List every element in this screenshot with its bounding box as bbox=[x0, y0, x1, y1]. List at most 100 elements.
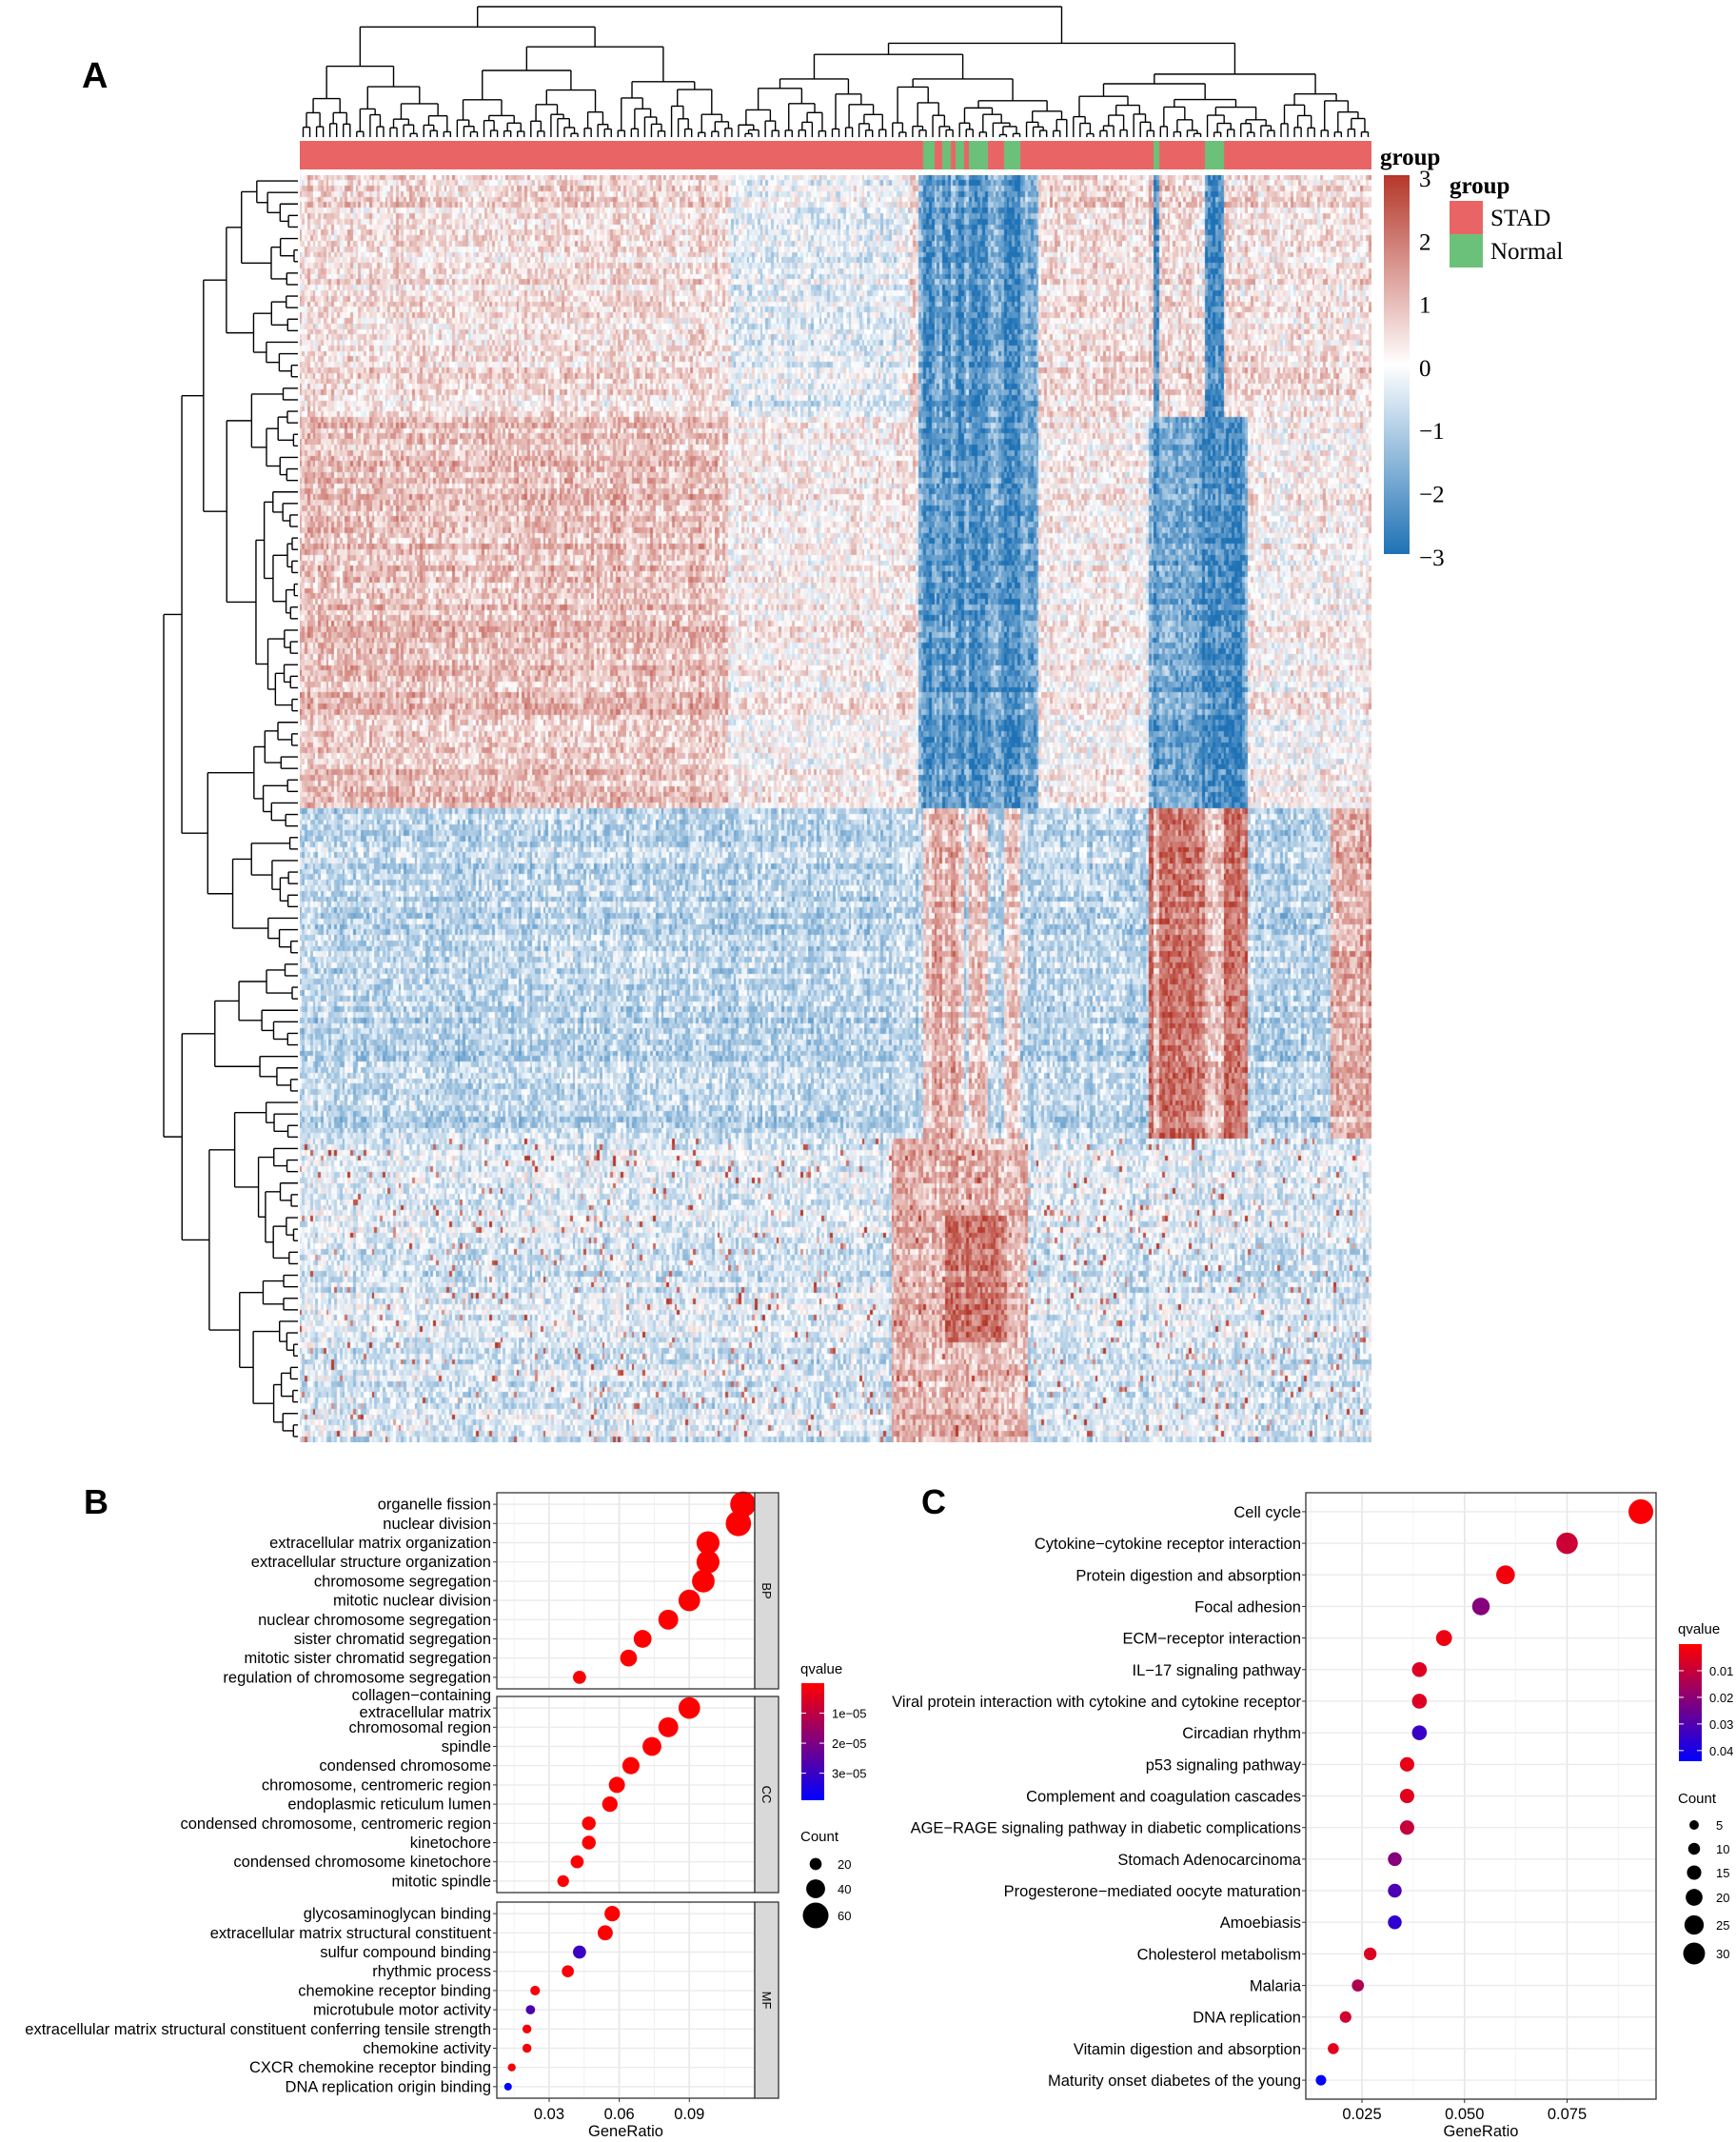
data-point bbox=[678, 1696, 700, 1719]
color-scale-tick-label: −2 bbox=[1419, 483, 1445, 508]
term-label: spindle bbox=[442, 1738, 491, 1755]
facet-strip-label: BP bbox=[760, 1582, 774, 1598]
x-axis-title: GeneRatio bbox=[588, 2123, 663, 2140]
data-point bbox=[1399, 1820, 1414, 1835]
group-legend-swatch-stad bbox=[1450, 201, 1483, 234]
pathway-label: IL−17 signaling pathway bbox=[1132, 1662, 1301, 1679]
data-point bbox=[1328, 2043, 1339, 2054]
term-label: extracellular matrix structural constitu… bbox=[25, 2021, 491, 2038]
term-label: nuclear chromosome segregation bbox=[258, 1612, 491, 1629]
pathway-label: Protein digestion and absorption bbox=[1075, 1567, 1301, 1584]
facet-mf: glycosaminoglycan binding extracellular m… bbox=[25, 1901, 779, 2099]
term-label: chromosome, centromeric region bbox=[262, 1776, 491, 1794]
data-point bbox=[658, 1609, 679, 1630]
term-label: CXCR chemokine receptor binding bbox=[249, 2059, 491, 2076]
color-scale-tick-label: 0 bbox=[1419, 356, 1431, 382]
pathway-label: DNA replication bbox=[1193, 2010, 1301, 2027]
term-label: regulation of chromosome segregation bbox=[223, 1669, 491, 1686]
row-dendrogram-tree bbox=[164, 181, 298, 1437]
data-point bbox=[608, 1776, 625, 1794]
pathway-label: Maturity onset diabetes of the young bbox=[1048, 2073, 1301, 2090]
panel-label-a: A bbox=[82, 56, 108, 96]
panel-label-b: B bbox=[84, 1482, 108, 1521]
size-legend-label: 5 bbox=[1716, 1818, 1723, 1833]
color-scale-tick-label: −3 bbox=[1419, 545, 1445, 571]
size-legend-label: 25 bbox=[1716, 1918, 1729, 1933]
term-label: extracellular structure organization bbox=[251, 1554, 491, 1571]
size-legend-dot bbox=[1687, 1842, 1701, 1855]
pathway-label: Stomach Adenocarcinoma bbox=[1117, 1852, 1301, 1869]
data-point bbox=[1435, 1630, 1452, 1646]
size-legend-dot bbox=[1684, 1914, 1705, 1935]
term-label: extracellular matrix structural constitu… bbox=[210, 1925, 492, 1942]
term-label: mitotic spindle bbox=[391, 1873, 491, 1890]
data-point bbox=[507, 2063, 516, 2072]
size-legend-dot bbox=[1686, 1889, 1703, 1906]
data-point bbox=[597, 1925, 613, 1941]
size-legend-dot bbox=[1687, 1865, 1702, 1880]
facet-strip-label: CC bbox=[760, 1786, 774, 1804]
data-point bbox=[1388, 1914, 1402, 1930]
panel-label-c: C bbox=[921, 1482, 946, 1521]
data-point bbox=[1411, 1661, 1428, 1677]
term-label: glycosaminoglycan binding bbox=[304, 1906, 491, 1923]
term-label: chromosomal region bbox=[349, 1719, 491, 1736]
data-point bbox=[522, 2024, 532, 2034]
pathway-label: Complement and coagulation cascades bbox=[1026, 1789, 1301, 1806]
x-tick-label: 0.06 bbox=[604, 2106, 635, 2123]
term-label: condensed chromosome, centromeric region bbox=[181, 1815, 492, 1833]
data-point bbox=[658, 1716, 679, 1737]
term-label: condensed chromosome kinetochore bbox=[233, 1854, 491, 1871]
term-label: nuclear division bbox=[383, 1516, 491, 1533]
qvalue-tick-label: 0.01 bbox=[1709, 1664, 1733, 1678]
size-legend-dot bbox=[1689, 1820, 1699, 1830]
data-point bbox=[562, 1965, 574, 1978]
pathway-label: Progesterone−mediated oocyte maturation bbox=[1004, 1883, 1301, 1900]
data-point bbox=[678, 1589, 700, 1612]
column-dendrogram bbox=[304, 7, 1369, 137]
size-legend-label: 20 bbox=[838, 1857, 851, 1872]
data-point bbox=[1388, 1883, 1402, 1898]
pathway-label: p53 signaling pathway bbox=[1146, 1756, 1302, 1774]
data-point bbox=[620, 1649, 638, 1667]
pathway-label: AGE−RAGE signaling pathway in diabetic c… bbox=[911, 1820, 1301, 1837]
term-label: condensed chromosome bbox=[319, 1757, 491, 1775]
x-tick-label: 0.075 bbox=[1548, 2106, 1587, 2123]
data-point bbox=[573, 1671, 586, 1684]
data-point bbox=[1556, 1532, 1578, 1555]
term-label: chemokine receptor binding bbox=[298, 1982, 491, 1999]
group-legend-label: STAD bbox=[1490, 206, 1550, 231]
term-label: DNA replication origin binding bbox=[286, 2078, 491, 2095]
pathway-label: Focal adhesion bbox=[1194, 1598, 1301, 1616]
data-point bbox=[1628, 1498, 1654, 1524]
data-point bbox=[604, 1905, 621, 1922]
data-point bbox=[1399, 1756, 1414, 1772]
term-label: chemokine activity bbox=[363, 2040, 492, 2057]
data-point bbox=[1363, 1947, 1377, 1961]
term-label: collagen−containing extracellular matrix bbox=[352, 1687, 492, 1721]
term-label: mitotic sister chromatid segregation bbox=[244, 1650, 491, 1667]
size-legend-dot bbox=[802, 1902, 829, 1929]
plot-background bbox=[497, 1902, 755, 2098]
qvalue-tick-label: 3e−05 bbox=[832, 1767, 867, 1781]
pathway-label: Amoebiasis bbox=[1220, 1914, 1301, 1932]
x-tick-label: 0.03 bbox=[534, 2106, 564, 2123]
pathway-label: Circadian rhythm bbox=[1182, 1725, 1301, 1742]
qvalue-color-bar bbox=[801, 1683, 824, 1800]
pathway-label: Cholesterol metabolism bbox=[1137, 1946, 1301, 1963]
pathway-label: ECM−receptor interaction bbox=[1122, 1631, 1301, 1648]
data-point bbox=[530, 1985, 541, 1995]
data-point bbox=[1411, 1694, 1428, 1709]
qvalue-tick-label: 0.02 bbox=[1709, 1691, 1733, 1705]
color-scale-tick-label: 3 bbox=[1419, 167, 1431, 192]
size-legend-dot bbox=[806, 1879, 825, 1898]
row-dendrogram bbox=[164, 181, 298, 1437]
term-label: rhythmic process bbox=[372, 1963, 491, 1980]
term-label: kinetochore bbox=[410, 1835, 491, 1852]
color-scale-bar bbox=[1384, 175, 1410, 554]
data-point bbox=[696, 1550, 720, 1574]
data-point bbox=[1411, 1725, 1428, 1740]
data-point bbox=[1471, 1597, 1490, 1616]
heatmap-panel: group3210−1−2−3groupSTADNormal bbox=[164, 7, 1563, 1437]
data-point bbox=[582, 1835, 596, 1850]
